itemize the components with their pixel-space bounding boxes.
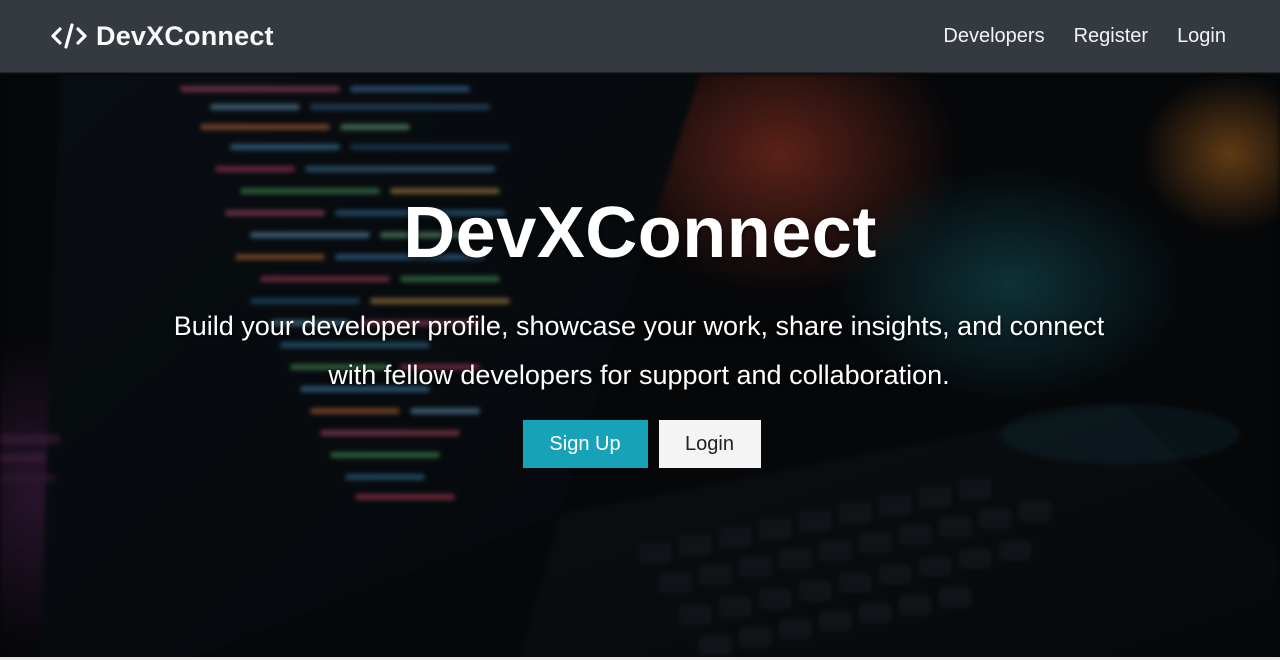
- nav-links: Developers Register Login: [943, 25, 1226, 48]
- nav-link-developers[interactable]: Developers: [943, 25, 1044, 48]
- sign-up-button[interactable]: Sign Up: [522, 420, 648, 468]
- hero-content: DevXConnect Build your developer profile…: [0, 74, 1280, 658]
- nav-link-login[interactable]: Login: [1177, 25, 1226, 48]
- hero-section: DevXConnect Build your developer profile…: [0, 74, 1280, 658]
- nav-link-register[interactable]: Register: [1074, 25, 1148, 48]
- code-icon: [50, 21, 88, 51]
- login-button[interactable]: Login: [658, 420, 761, 468]
- brand-link[interactable]: DevXConnect: [50, 21, 274, 52]
- brand-name: DevXConnect: [96, 20, 274, 51]
- hero-buttons: Sign Up Login: [0, 420, 1280, 468]
- hero-description: Build your developer profile, showcase y…: [173, 311, 1105, 390]
- navbar: DevXConnect Developers Register Login: [0, 0, 1280, 73]
- hero-title: DevXConnect: [403, 193, 877, 273]
